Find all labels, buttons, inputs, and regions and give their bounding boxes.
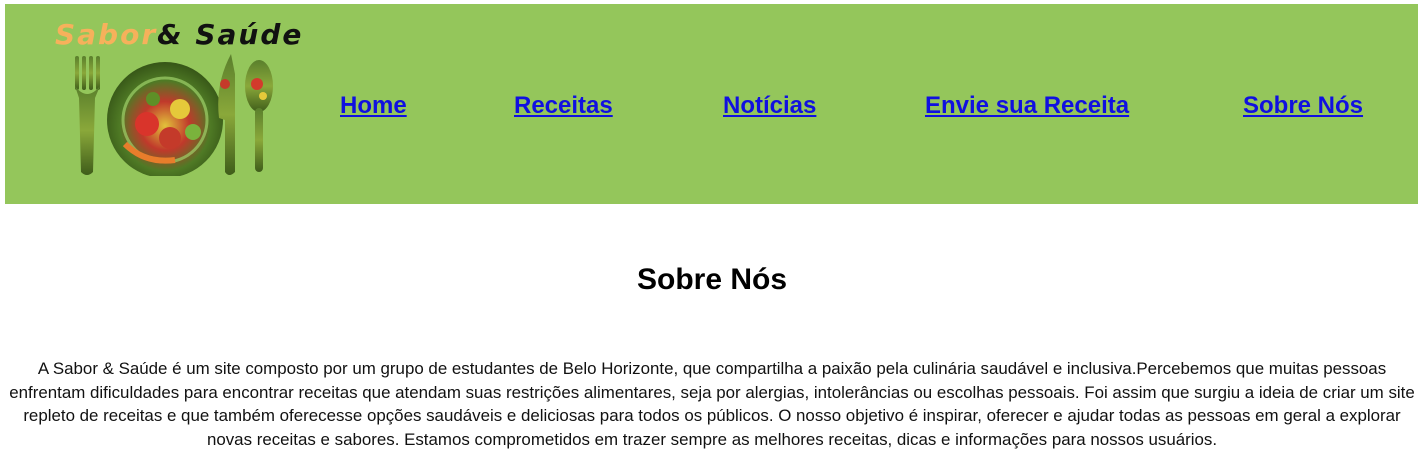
logo-wordmark: Sabor& Saúde bbox=[55, 18, 303, 51]
site-logo[interactable]: Sabor& Saúde bbox=[53, 14, 301, 176]
nav-link-sobre-nos[interactable]: Sobre Nós bbox=[1243, 92, 1363, 120]
site-header: Sabor& Saúde Home Receitas Notícias Envi… bbox=[5, 4, 1418, 204]
nav-link-receitas[interactable]: Receitas bbox=[514, 92, 613, 120]
plate-with-vegetables-fork-knife-icon bbox=[75, 54, 273, 176]
nav-link-home[interactable]: Home bbox=[340, 92, 407, 120]
page-title: Sobre Nós bbox=[636, 263, 788, 296]
about-paragraph: A Sabor & Saúde é um site composto por u… bbox=[9, 359, 1415, 449]
nav-link-noticias[interactable]: Notícias bbox=[723, 92, 816, 120]
logo-word-sabor: Sabor bbox=[55, 18, 158, 51]
logo-word-saude: & Saúde bbox=[157, 18, 304, 51]
nav-link-envie-sua-receita[interactable]: Envie sua Receita bbox=[925, 92, 1129, 120]
